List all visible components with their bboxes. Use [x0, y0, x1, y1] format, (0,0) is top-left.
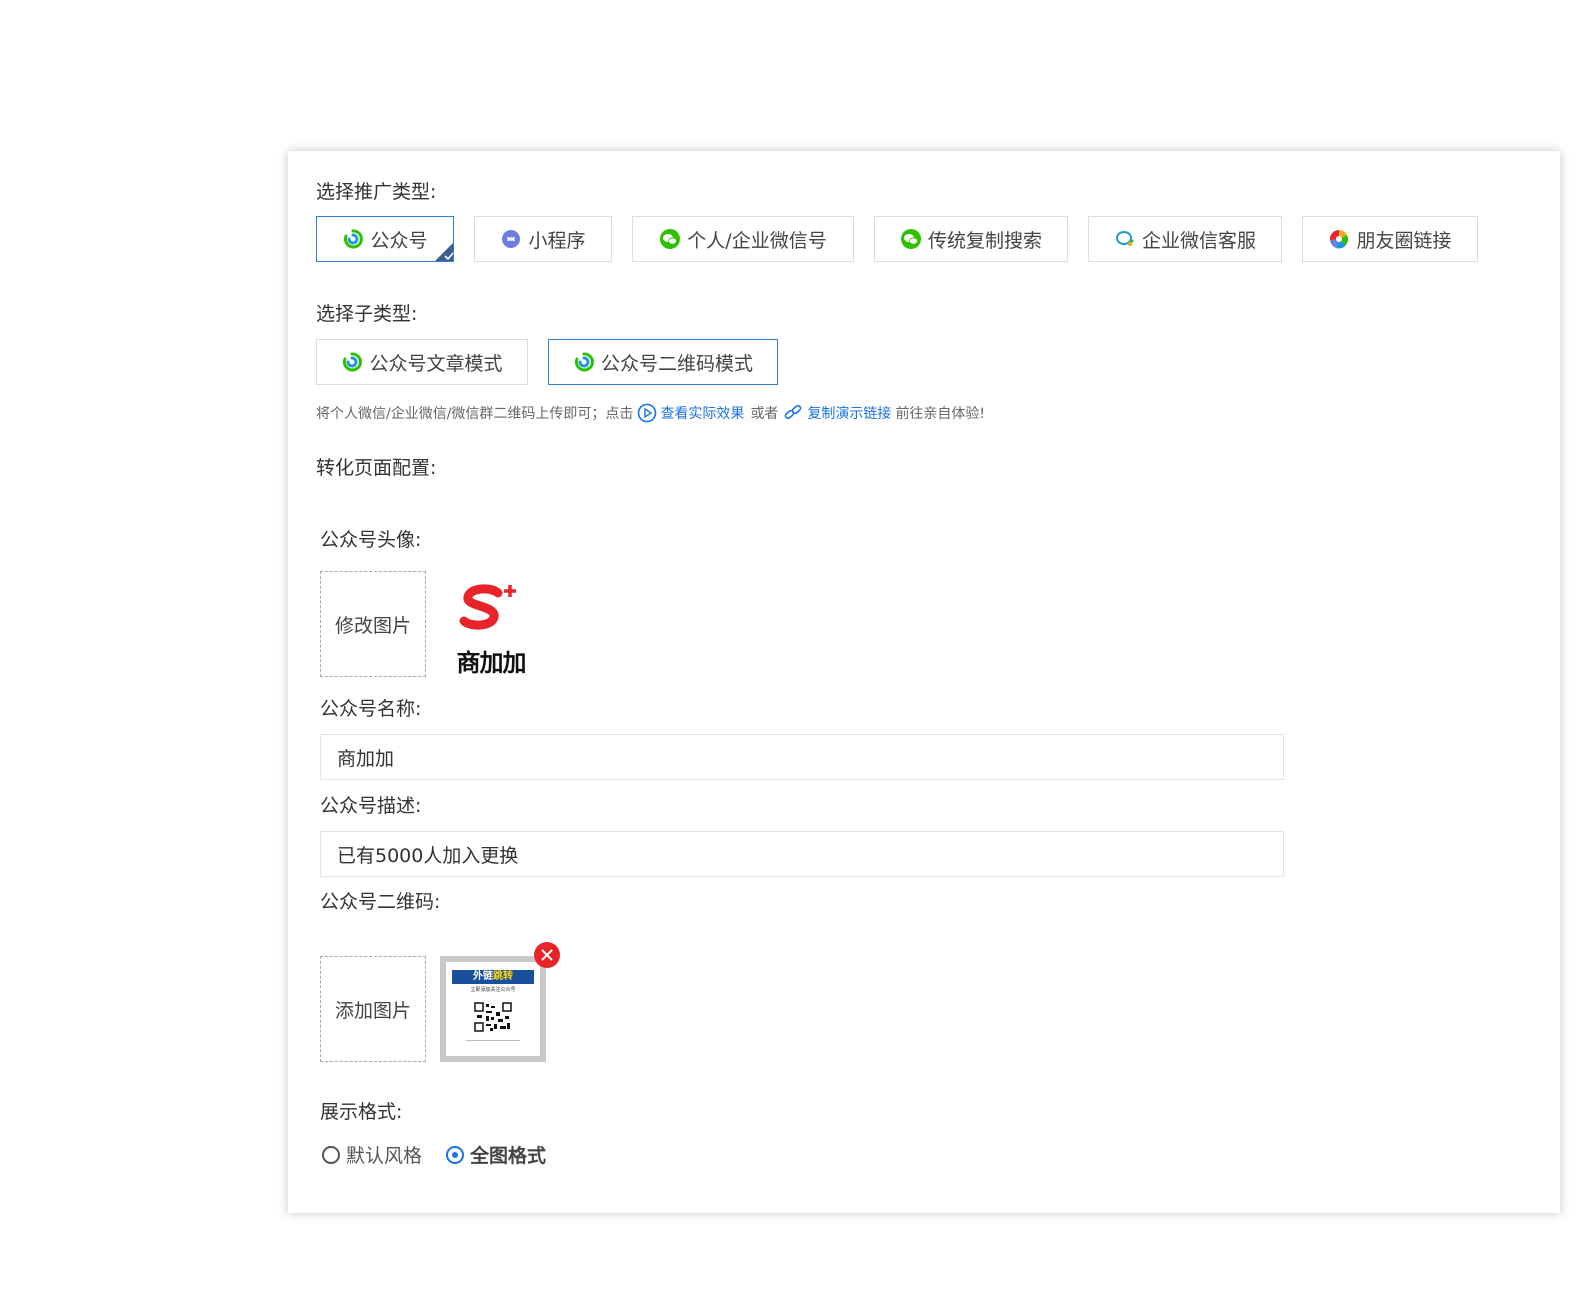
view-effect-link[interactable]: 查看实际效果 — [633, 403, 744, 423]
subtype-label: 选择子类型: — [316, 303, 418, 325]
account-name-input[interactable]: 商加加 — [320, 734, 1284, 780]
wechat-official-icon — [573, 351, 595, 373]
qr-banner: 外链跳转 — [452, 970, 534, 984]
promo-type-label-0: 公众号 — [370, 229, 428, 252]
promo-type-label-2: 个人/企业微信号 — [687, 229, 827, 252]
radio-circle — [446, 1145, 465, 1164]
logo-text: 商加加 — [456, 649, 527, 677]
promo-type-label: 选择推广类型: — [316, 181, 437, 203]
subtype-article-mode[interactable]: 公众号文章模式 — [316, 339, 528, 385]
subtype-qrcode-mode[interactable]: 公众号二维码模式 — [548, 339, 778, 385]
promo-type-copy-search[interactable]: 传统复制搜索 — [874, 216, 1068, 262]
qr-subtitle: 立即添加关注公众号 — [470, 987, 516, 993]
change-avatar-button[interactable]: 修改图片 — [320, 571, 426, 677]
radio-label-default: 默认风格 — [346, 1145, 423, 1167]
name-label: 公众号名称: — [320, 698, 422, 720]
promo-type-personal-wechat[interactable]: 个人/企业微信号 — [632, 216, 854, 262]
copy-demo-label: 复制演示链接 — [807, 406, 892, 422]
mini-program-icon — [500, 228, 522, 250]
shangjiajia-logo-icon — [459, 584, 516, 630]
promo-type-label-5: 朋友圈链接 — [1356, 229, 1452, 252]
subtype-label-0: 公众号文章模式 — [369, 352, 503, 375]
link-icon — [785, 404, 802, 420]
radio-full-image[interactable]: 全图格式 — [446, 1141, 546, 1168]
copy-demo-link[interactable]: 复制演示链接 — [778, 403, 891, 423]
radio-label-full: 全图格式 — [470, 1145, 547, 1167]
selected-check-icon — [435, 243, 454, 261]
qr-code-icon — [474, 1002, 512, 1032]
work-wechat-icon — [1114, 228, 1136, 250]
hint-tail: 前往亲自体验! — [895, 406, 986, 422]
add-qrcode-button[interactable]: 添加图片 — [320, 956, 426, 1062]
view-effect-label: 查看实际效果 — [660, 406, 745, 422]
avatar-logo: 商加加 — [448, 579, 534, 677]
hint-or: 或者 — [750, 406, 779, 422]
remove-qrcode-button[interactable] — [534, 942, 560, 968]
wechat-official-icon — [341, 351, 363, 373]
close-icon — [541, 949, 553, 961]
radio-default-style[interactable]: 默认风格 — [322, 1141, 422, 1168]
qrcode-label: 公众号二维码: — [320, 891, 441, 913]
display-format-label: 展示格式: — [320, 1101, 403, 1123]
promo-type-work-wechat-service[interactable]: 企业微信客服 — [1088, 216, 1282, 262]
promotion-config-panel: 选择推广类型: 公众号 小程序 个人/企业微信号 传统复制搜索 企业微信客服 朋… — [288, 151, 1560, 1213]
promo-type-mini-program[interactable]: 小程序 — [474, 216, 612, 262]
upload-hint: 将个人微信/企业微信/微信群二维码上传即可；点击 查看实际效果 或者 复制演示链… — [316, 403, 985, 423]
promo-type-official-account[interactable]: 公众号 — [316, 216, 454, 262]
promo-type-moments-link[interactable]: 朋友圈链接 — [1302, 216, 1478, 262]
wechat-official-icon — [342, 228, 364, 250]
qrcode-thumbnail[interactable]: 外链跳转 立即添加关注公众号 — [440, 956, 546, 1062]
promo-type-label-4: 企业微信客服 — [1141, 229, 1256, 252]
promo-type-label-3: 传统复制搜索 — [927, 229, 1042, 252]
hint-text: 将个人微信/企业微信/微信群二维码上传即可；点击 — [316, 406, 634, 422]
avatar-label: 公众号头像: — [320, 529, 422, 551]
moments-icon — [1328, 228, 1350, 250]
desc-label: 公众号描述: — [320, 795, 422, 817]
account-desc-input[interactable]: 已有5000人加入更换 — [320, 831, 1284, 877]
play-circle-icon — [638, 403, 657, 423]
display-format-options: 默认风格 全图格式 — [322, 1141, 570, 1168]
conversion-config-label: 转化页面配置: — [316, 457, 437, 479]
wechat-icon — [900, 228, 922, 250]
promo-type-label-1: 小程序 — [528, 229, 586, 252]
subtype-label-1: 公众号二维码模式 — [600, 352, 753, 375]
radio-circle — [322, 1145, 340, 1164]
wechat-icon — [659, 228, 681, 250]
